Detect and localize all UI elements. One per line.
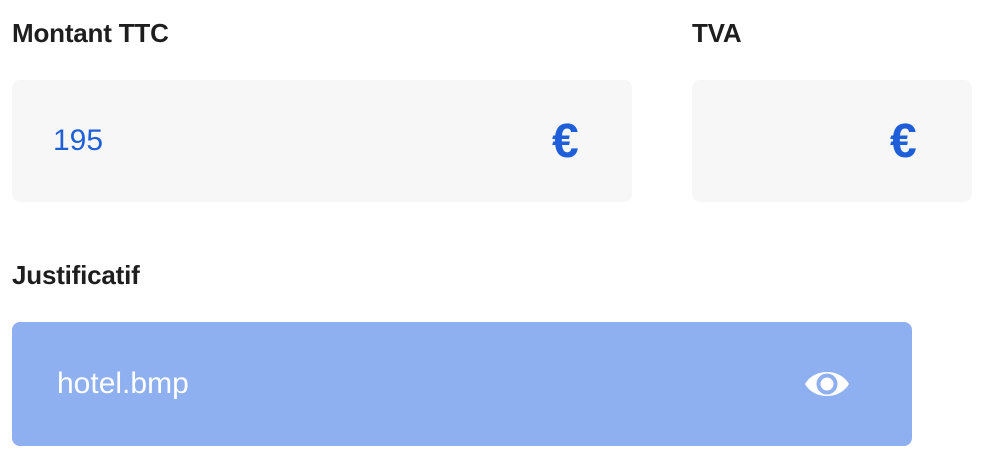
amount-value[interactable]: 195: [53, 80, 103, 202]
amount-label: Montant TTC: [12, 18, 169, 48]
amount-input[interactable]: 195 €: [12, 80, 632, 202]
euro-icon: €: [552, 114, 579, 168]
attachment-label: Justificatif: [12, 260, 140, 290]
attachment-file[interactable]: hotel.bmp: [12, 322, 912, 446]
euro-icon: €: [890, 114, 917, 168]
vat-label: TVA: [692, 18, 742, 48]
attachment-file-name[interactable]: hotel.bmp: [57, 322, 189, 446]
eye-icon[interactable]: [802, 364, 852, 404]
vat-input[interactable]: €: [692, 80, 972, 202]
